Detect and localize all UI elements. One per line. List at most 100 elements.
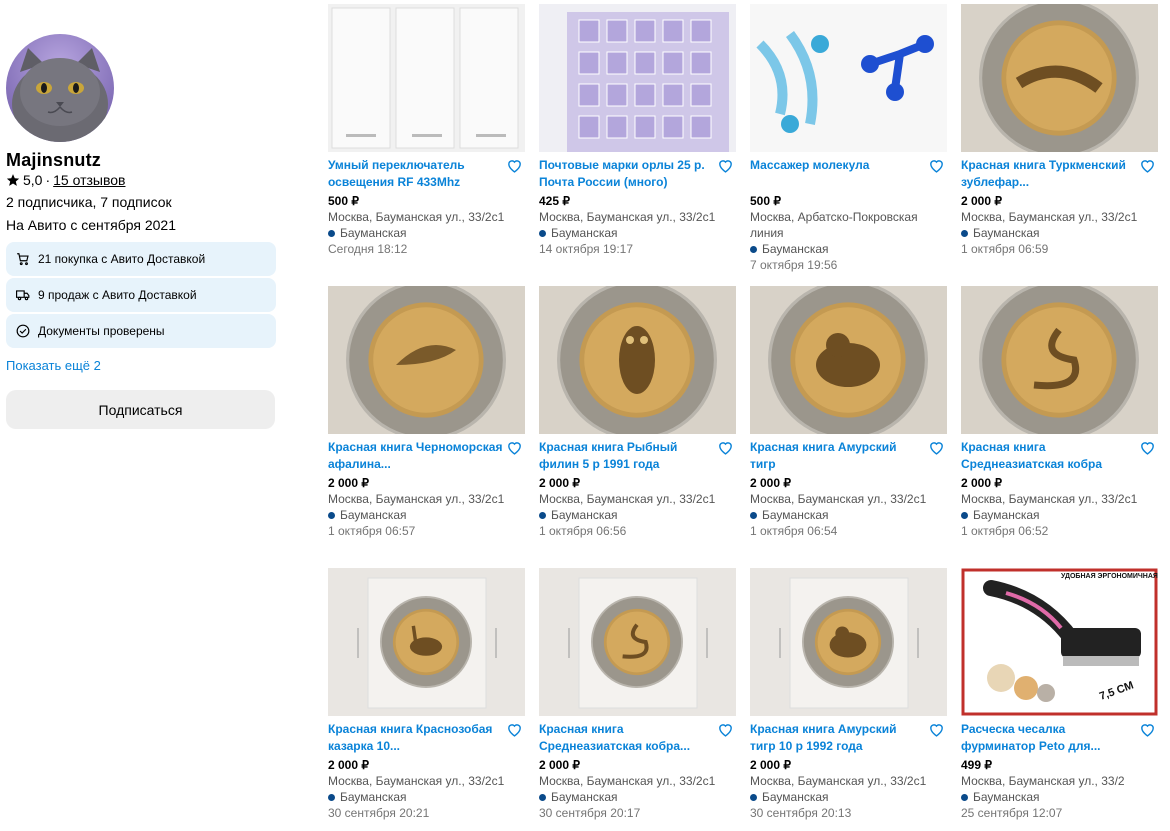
heart-icon[interactable] xyxy=(717,439,734,456)
listing-title[interactable]: Красная книга Туркменский зублефар... xyxy=(961,157,1158,190)
listing-title-wrap: Красная книга Рыбный филин 5 р 1991 года xyxy=(539,439,736,473)
listing-card[interactable]: Красная книга Рыбный филин 5 р 1991 года… xyxy=(539,286,736,548)
heart-icon[interactable] xyxy=(1139,157,1156,174)
listing-metro: Бауманская xyxy=(750,241,947,257)
listing-card[interactable]: Почтовые марки орлы 25 р. Почта России (… xyxy=(539,4,736,266)
listing-title[interactable]: Красная книга Среднеазиатская кобра... xyxy=(539,721,736,754)
listing-image[interactable] xyxy=(750,286,947,434)
badge-purchases: 21 покупка с Авито Доставкой xyxy=(6,242,276,276)
listing-date: 7 октября 19:56 xyxy=(750,258,838,272)
metro-name: Бауманская xyxy=(973,226,1040,240)
badge-documents: Документы проверены xyxy=(6,314,276,348)
listing-price: 500 ₽ xyxy=(750,194,781,208)
listing-card[interactable]: Массажер молекула 500 ₽ Москва, Арбатско… xyxy=(750,4,947,272)
listing-card[interactable]: Красная книга Амурский тигр 2 000 ₽ Моск… xyxy=(750,286,947,548)
listing-image[interactable] xyxy=(750,4,947,152)
listing-address: Москва, Бауманская ул., 33/2с1 xyxy=(539,492,716,506)
listing-title-wrap: Красная книга Амурский тигр xyxy=(750,439,947,473)
heart-icon[interactable] xyxy=(1139,439,1156,456)
listing-image[interactable] xyxy=(750,568,947,716)
listing-image[interactable] xyxy=(539,4,736,152)
listing-card[interactable]: Красная книга Амурский тигр 10 р 1992 го… xyxy=(750,568,947,830)
listing-card[interactable]: Красная книга Среднеазиатская кобра 2 00… xyxy=(961,286,1158,548)
check-circle-icon xyxy=(16,324,30,338)
listing-card[interactable]: УДОБНАЯ ЭРГОНОМИЧНАЯ РУЧКА 7,5 СМ Расчес… xyxy=(961,568,1158,830)
listing-title[interactable]: Расческа чесалка фурминатор Peto для... xyxy=(961,721,1158,754)
listing-metro: Бауманская xyxy=(961,225,1158,241)
heart-icon[interactable] xyxy=(717,157,734,174)
heart-icon[interactable] xyxy=(506,157,523,174)
listing-price: 2 000 ₽ xyxy=(961,194,1002,208)
heart-icon[interactable] xyxy=(1139,721,1156,738)
listing-title-wrap: Массажер молекула xyxy=(750,157,947,191)
listing-address: Москва, Бауманская ул., 33/2с1 xyxy=(328,210,505,224)
listing-date: Сегодня 18:12 xyxy=(328,242,408,256)
listing-title[interactable]: Красная книга Рыбный филин 5 р 1991 года xyxy=(539,439,736,472)
badge-label: 21 покупка с Авито Доставкой xyxy=(38,252,206,266)
badge-label: 9 продаж с Авито Доставкой xyxy=(38,288,197,302)
listings-grid: Умный переключатель освещения RF 433Mhz … xyxy=(328,4,1168,831)
reviews-link[interactable]: 15 отзывов xyxy=(53,172,125,188)
metro-name: Бауманская xyxy=(973,508,1040,522)
listing-date: 14 октября 19:17 xyxy=(539,242,634,256)
listing-date: 1 октября 06:56 xyxy=(539,524,627,538)
listing-address: Москва, Бауманская ул., 33/2с1 xyxy=(750,492,927,506)
heart-icon[interactable] xyxy=(928,721,945,738)
listing-title[interactable]: Умный переключатель освещения RF 433Mhz xyxy=(328,157,525,190)
listings-row: Умный переключатель освещения RF 433Mhz … xyxy=(328,4,1168,272)
listing-title[interactable]: Массажер молекула xyxy=(750,157,947,174)
metro-name: Бауманская xyxy=(762,790,829,804)
subscribe-button[interactable]: Подписаться xyxy=(6,390,275,429)
listing-card[interactable]: Умный переключатель освещения RF 433Mhz … xyxy=(328,4,525,266)
rating-value: 5,0 xyxy=(23,172,43,188)
listing-address: Москва, Бауманская ул., 33/2с1 xyxy=(328,492,505,506)
listing-metro: Бауманская xyxy=(750,507,947,523)
metro-dot-icon xyxy=(750,511,757,519)
heart-icon[interactable] xyxy=(928,157,945,174)
listings-row: Красная книга Краснозобая казарка 10... … xyxy=(328,568,1168,830)
listing-title[interactable]: Красная книга Амурский тигр xyxy=(750,439,947,472)
badge-sales: 9 продаж с Авито Доставкой xyxy=(6,278,276,312)
listing-date: 1 октября 06:59 xyxy=(961,242,1049,256)
listing-title-wrap: Красная книга Амурский тигр 10 р 1992 го… xyxy=(750,721,947,755)
metro-dot-icon xyxy=(750,793,757,801)
metro-dot-icon xyxy=(539,511,546,519)
heart-icon[interactable] xyxy=(717,721,734,738)
heart-icon[interactable] xyxy=(506,721,523,738)
listing-title[interactable]: Красная книга Черноморская афалина... xyxy=(328,439,525,472)
svg-text:УДОБНАЯ ЭРГОНОМИЧНАЯ РУЧКА: УДОБНАЯ ЭРГОНОМИЧНАЯ РУЧКА xyxy=(1061,573,1158,580)
listing-image[interactable]: УДОБНАЯ ЭРГОНОМИЧНАЯ РУЧКА 7,5 СМ xyxy=(961,568,1158,716)
listing-price: 2 000 ₽ xyxy=(539,758,580,772)
metro-dot-icon xyxy=(328,511,335,519)
star-icon xyxy=(6,174,20,186)
listing-title[interactable]: Почтовые марки орлы 25 р. Почта России (… xyxy=(539,157,736,190)
listing-image[interactable] xyxy=(328,286,525,434)
heart-icon[interactable] xyxy=(928,439,945,456)
listing-metro: Бауманская xyxy=(328,507,525,523)
listing-title-wrap: Красная книга Среднеазиатская кобра xyxy=(961,439,1158,473)
listing-image[interactable] xyxy=(328,4,525,152)
listing-card[interactable]: Красная книга Черноморская афалина... 2 … xyxy=(328,286,525,548)
listing-image[interactable] xyxy=(961,286,1158,434)
listing-address: Москва, Бауманская ул., 33/2с1 xyxy=(539,774,716,788)
listing-date: 1 октября 06:54 xyxy=(750,524,838,538)
listing-image[interactable] xyxy=(328,568,525,716)
listing-title[interactable]: Красная книга Амурский тигр 10 р 1992 го… xyxy=(750,721,947,754)
listing-image[interactable] xyxy=(539,568,736,716)
member-since: На Авито с сентября 2021 xyxy=(6,217,176,233)
metro-name: Бауманская xyxy=(551,508,618,522)
listing-price: 2 000 ₽ xyxy=(750,476,791,490)
show-more-link[interactable]: Показать ещё 2 xyxy=(6,358,101,373)
listing-address: Москва, Бауманская ул., 33/2с1 xyxy=(961,492,1138,506)
listing-title[interactable]: Красная книга Краснозобая казарка 10... xyxy=(328,721,525,754)
listing-card[interactable]: Красная книга Среднеазиатская кобра... 2… xyxy=(539,568,736,830)
listing-image[interactable] xyxy=(539,286,736,434)
heart-icon[interactable] xyxy=(506,439,523,456)
avatar[interactable] xyxy=(6,34,114,142)
listing-title[interactable]: Красная книга Среднеазиатская кобра xyxy=(961,439,1158,472)
listing-metro: Бауманская xyxy=(328,225,525,241)
listing-image[interactable] xyxy=(961,4,1158,152)
listing-card[interactable]: Красная книга Туркменский зублефар... 2 … xyxy=(961,4,1158,266)
listing-card[interactable]: Красная книга Краснозобая казарка 10... … xyxy=(328,568,525,830)
listing-title-wrap: Красная книга Туркменский зублефар... xyxy=(961,157,1158,191)
